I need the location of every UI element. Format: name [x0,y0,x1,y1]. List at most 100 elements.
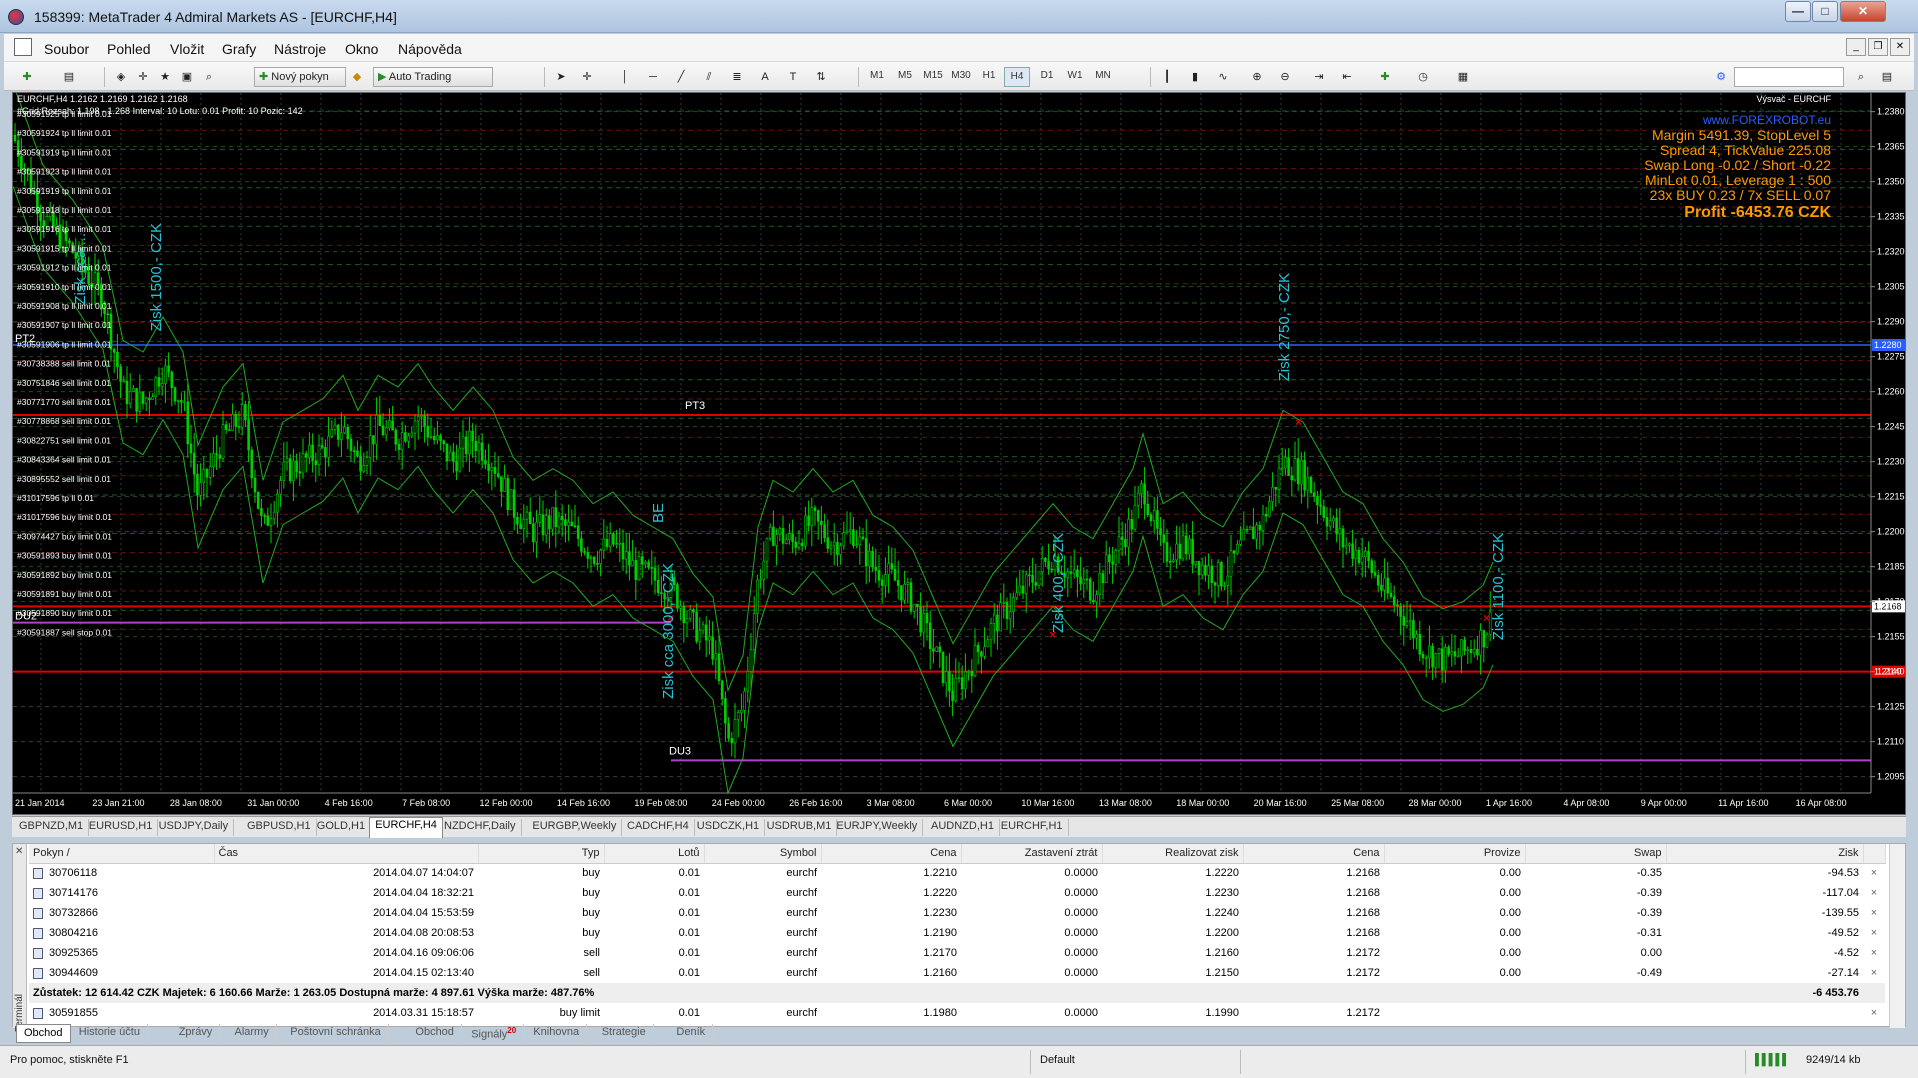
chart-tab[interactable]: USDJPY,Daily [154,819,235,836]
column-header[interactable]: Symbol [704,844,822,864]
close-order-icon[interactable]: × [1863,943,1885,963]
column-header[interactable]: Provize [1384,844,1526,864]
close-order-icon[interactable]: × [1863,923,1885,943]
menu-nastroje[interactable]: Nástroje [274,41,326,57]
indicators-icon[interactable]: ✚ [1376,67,1394,87]
chart-tab[interactable]: USDRUB,M1 [762,819,838,836]
terminal-scrollbar[interactable] [1889,844,1905,1028]
terminal-tab[interactable]: Alarmy [228,1024,277,1043]
chart-tab[interactable]: GOLD,H1 [312,819,372,836]
chart-tab[interactable]: USDCZK,H1 [692,819,766,836]
table-row[interactable]: 30714176 2014.04.04 18:32:21 buy 0.01 eurchf… [29,883,1885,903]
tf-m5[interactable]: M5 [892,67,918,87]
bar-chart-icon[interactable]: ┃ [1158,67,1176,87]
cursor-icon[interactable]: ➤ [552,67,570,87]
candlestick-icon[interactable]: ▮ [1186,67,1204,87]
column-header[interactable]: Pokyn / [29,844,215,864]
zoom-out-icon[interactable]: ⊖ [1276,67,1294,87]
trendline-icon[interactable]: ╱ [672,67,690,87]
tf-m1[interactable]: M1 [864,67,890,87]
arrows-icon[interactable]: ⇅ [812,67,830,87]
layout-icon[interactable]: ▤ [1878,67,1896,87]
crosshair-icon[interactable]: ✛ [578,67,596,87]
pending-order-row[interactable]: 30591855 2014.03.31 15:18:57 buy limit 0.01… [29,1003,1885,1023]
vertical-line-icon[interactable]: │ [616,67,634,87]
chart-shift-icon[interactable]: ⇤ [1338,67,1356,87]
chart-tab[interactable]: AUDNZD,H1 [926,819,1000,836]
terminal-tab[interactable]: Deník [669,1024,714,1043]
close-button[interactable]: ✕ [1840,1,1886,22]
table-row[interactable]: 30944609 2014.04.15 02:13:40 sell 0.01 eurch… [29,963,1885,983]
terminal-tab[interactable]: Obchod [16,1024,71,1043]
market-watch-icon[interactable]: ◈ [112,67,130,87]
close-order-icon[interactable]: × [1863,1003,1885,1023]
settings-gear-icon[interactable]: ⚙ [1712,67,1730,87]
new-order-button[interactable]: ✚ Nový pokyn [254,67,346,87]
search-icon[interactable]: ⌕ [1852,67,1870,87]
menu-soubor[interactable]: Soubor [44,41,89,57]
profiles-icon[interactable]: ▤ [60,67,78,87]
chart-tab[interactable]: EURCHF,H1 [996,819,1069,836]
column-header[interactable]: Typ [478,844,605,864]
column-header[interactable]: Lotů [604,844,705,864]
chart-tab[interactable]: CADCHF,H4 [622,819,695,836]
terminal-tab[interactable]: Zprávy [172,1024,221,1043]
text-label-icon[interactable]: T [784,67,802,87]
child-close-button[interactable]: ✕ [1890,38,1910,56]
new-chart-icon[interactable]: ✚ [18,67,36,87]
metaeditor-icon[interactable]: ◆ [348,67,366,87]
menu-pohled[interactable]: Pohled [107,41,151,57]
table-row[interactable]: 30706118 2014.04.07 14:04:07 buy 0.01 eurchf… [29,863,1885,883]
terminal-close-icon[interactable]: ✕ [15,846,23,857]
table-row[interactable]: 30804216 2014.04.08 20:08:53 buy 0.01 eurchf… [29,923,1885,943]
templates-icon[interactable]: ▦ [1454,67,1472,87]
menu-napoveda[interactable]: Nápověda [398,41,462,57]
column-header[interactable]: Čas [214,844,479,864]
close-order-icon[interactable]: × [1863,963,1885,983]
close-order-icon[interactable]: × [1863,883,1885,903]
child-minimize-button[interactable]: _ [1846,38,1866,56]
terminal-tab[interactable]: Strategie [595,1024,654,1043]
chart-tab[interactable]: EURUSD,H1 [84,819,159,836]
menu-grafy[interactable]: Grafy [222,41,256,57]
terminal-tab[interactable]: Obchod [408,1024,462,1043]
chart-tab[interactable]: GBPUSD,H1 [242,819,317,836]
chart-tab[interactable]: NZDCHF,Daily [439,819,522,836]
periods-icon[interactable]: ◷ [1414,67,1432,87]
fibonacci-icon[interactable]: ≣ [728,67,746,87]
column-header[interactable]: Zastavení ztrát [961,844,1103,864]
column-header[interactable]: Zisk [1666,844,1864,864]
autoscroll-icon[interactable]: ⇥ [1310,67,1328,87]
strategy-tester-icon[interactable]: ⌕ [200,67,218,87]
column-header[interactable]: Cena [821,844,962,864]
menu-okno[interactable]: Okno [345,41,378,57]
child-restore-button[interactable]: ❐ [1868,38,1888,56]
close-order-icon[interactable]: × [1863,903,1885,923]
terminal-icon[interactable]: ▣ [178,67,196,87]
terminal-tab[interactable]: Knihovna [526,1024,588,1043]
tf-w1[interactable]: W1 [1062,67,1088,87]
column-header[interactable]: Realizovat zisk [1102,844,1244,864]
menu-vlozit[interactable]: Vložit [170,41,204,57]
horizontal-line-icon[interactable]: ─ [644,67,662,87]
chart-tab[interactable]: EURJPY,Weekly [831,819,924,836]
tf-h4[interactable]: H4 [1004,67,1030,87]
column-header[interactable]: Swap [1525,844,1667,864]
terminal-tab[interactable]: Historie účtu [72,1024,148,1043]
tf-h1[interactable]: H1 [976,67,1002,87]
price-chart[interactable]: PT2 1.2280 PT3 DU2 1.2168 1.2140 DU3 #30591925… [12,92,1906,815]
tf-m30[interactable]: M30 [948,67,974,87]
data-window-icon[interactable]: ✛ [134,67,152,87]
minimize-button[interactable]: — [1785,1,1811,22]
chart-tab[interactable]: EURCHF,H4 [369,817,443,838]
terminal-tab[interactable]: Signály20 [464,1024,525,1043]
line-chart-icon[interactable]: ∿ [1214,67,1232,87]
terminal-tab[interactable]: Poštovní schránka [283,1024,389,1043]
table-row[interactable]: 30732866 2014.04.04 15:53:59 buy 0.01 eurchf… [29,903,1885,923]
tf-m15[interactable]: M15 [920,67,946,87]
chart-tab[interactable]: EURGBP,Weekly [527,819,623,836]
navigator-icon[interactable]: ★ [156,67,174,87]
column-header[interactable]: Cena [1243,844,1385,864]
close-order-icon[interactable]: × [1863,863,1885,883]
table-row[interactable]: 30925365 2014.04.16 09:06:06 sell 0.01 eurch… [29,943,1885,963]
